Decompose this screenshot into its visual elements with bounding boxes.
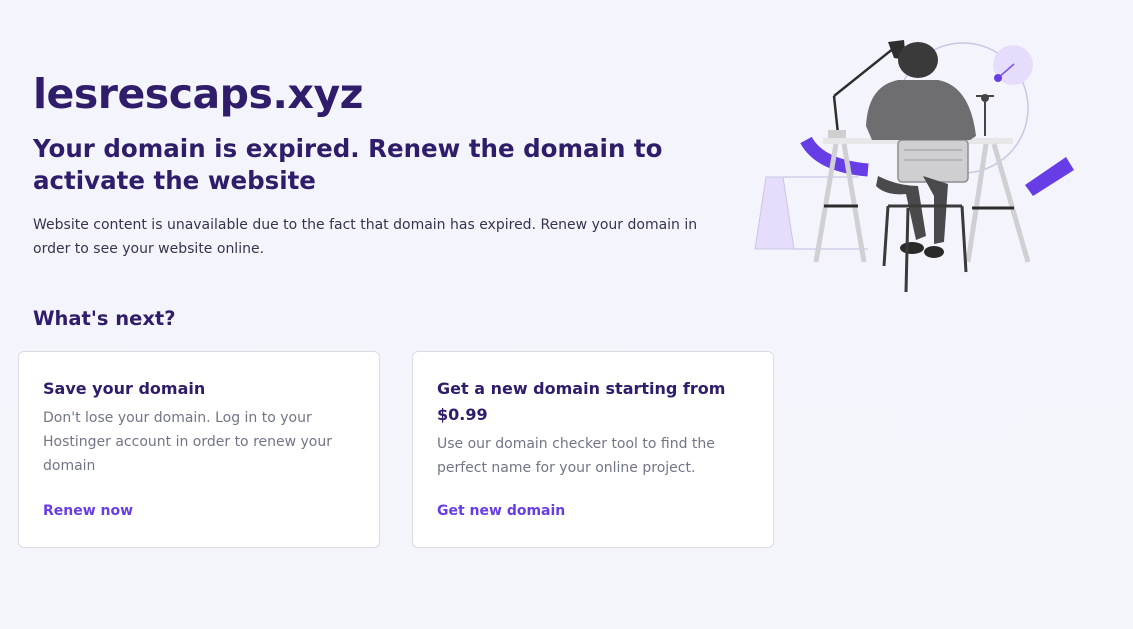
new-domain-card-text: Use our domain checker tool to find the … xyxy=(437,436,715,476)
person-working-at-desk-illustration xyxy=(748,36,1088,298)
get-new-domain-link[interactable]: Get new domain xyxy=(437,501,565,521)
domain-title: lesrescaps.xyz xyxy=(33,70,364,118)
whats-next-title: What's next? xyxy=(33,307,176,330)
new-domain-card-title: Get a new domain starting from $0.99 xyxy=(437,379,726,424)
expired-description: Website content is unavailable due to th… xyxy=(33,217,698,257)
save-domain-card-text: Don't lose your domain. Log in to your H… xyxy=(43,410,332,474)
expired-headline: Your domain is expired. Renew the domain… xyxy=(33,134,663,195)
renew-now-link[interactable]: Renew now xyxy=(43,501,133,521)
new-domain-card: Get a new domain starting from $0.99 Use… xyxy=(412,351,774,548)
save-domain-card: Save your domain Don't lose your domain.… xyxy=(18,351,380,548)
save-domain-card-title: Save your domain xyxy=(43,379,206,398)
